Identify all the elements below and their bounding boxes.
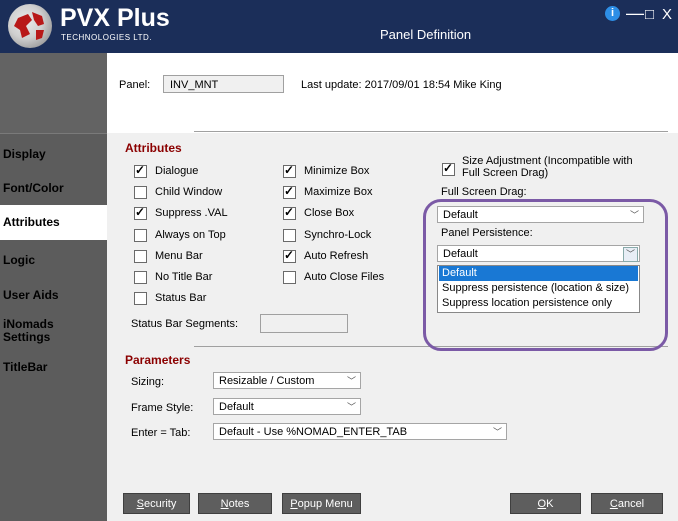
sizing-value: Resizable / Custom: [219, 375, 315, 387]
chevron-down-icon: ﹀: [346, 376, 356, 386]
sidebar-item-label: iNomads Settings: [3, 317, 54, 344]
minimize-box-label: Minimize Box: [304, 165, 370, 177]
highlight-outline: [423, 199, 668, 351]
auto-refresh-label: Auto Refresh: [304, 250, 369, 262]
enter-tab-value: Default - Use %NOMAD_ENTER_TAB: [219, 426, 408, 438]
sidebar-item-label: Attributes: [3, 215, 60, 229]
status-bar-segments-field[interactable]: [260, 314, 348, 333]
no-title-bar-checkbox[interactable]: [134, 271, 147, 284]
menu-bar-label: Menu Bar: [155, 250, 203, 262]
section-divider: [194, 131, 668, 132]
child-window-label: Child Window: [155, 186, 223, 198]
synchro-lock-checkbox[interactable]: [283, 229, 296, 242]
suppress-val-label: Suppress .VAL: [155, 207, 228, 219]
sizing-label: Sizing:: [131, 376, 165, 388]
frame-style-value: Default: [219, 401, 254, 413]
dialogue-label: Dialogue: [155, 165, 199, 177]
frame-style-select[interactable]: Default ﹀: [213, 398, 361, 415]
always-on-top-checkbox[interactable]: [134, 229, 147, 242]
brand-subtitle: TECHNOLOGIES LTD.: [61, 33, 153, 42]
maximize-icon[interactable]: □: [645, 6, 654, 24]
close-box-checkbox[interactable]: [283, 205, 296, 220]
notes-button[interactable]: Notes: [198, 493, 272, 514]
close-icon[interactable]: X: [662, 6, 672, 24]
auto-refresh-checkbox[interactable]: [283, 248, 296, 263]
ok-button[interactable]: OK: [510, 493, 581, 514]
sidebar-item-logic[interactable]: Logic: [0, 243, 107, 277]
minimize-icon[interactable]: —: [626, 4, 644, 22]
enter-tab-label: Enter = Tab:: [131, 427, 191, 439]
panel-name-field[interactable]: INV_MNT: [163, 75, 284, 93]
sidebar-item-label: User Aids: [3, 288, 59, 302]
panel-label: Panel:: [119, 79, 151, 91]
always-on-top-label: Always on Top: [155, 229, 226, 241]
sidebar-item-display[interactable]: Display: [0, 137, 107, 171]
frame-style-label: Frame Style:: [131, 402, 194, 414]
sizing-select[interactable]: Resizable / Custom ﹀: [213, 372, 361, 389]
last-update-text: Last update: 2017/09/01 18:54 Mike King: [301, 79, 502, 91]
enter-tab-select[interactable]: Default - Use %NOMAD_ENTER_TAB ﹀: [213, 423, 507, 440]
sidebar-item-label: TitleBar: [3, 360, 48, 374]
chevron-down-icon: ﹀: [346, 402, 356, 412]
maximize-box-label: Maximize Box: [304, 186, 373, 198]
auto-close-files-checkbox[interactable]: [283, 271, 296, 284]
status-bar-label: Status Bar: [155, 292, 207, 304]
sidebar-item-titlebar[interactable]: TitleBar: [0, 353, 107, 387]
sidebar-divider: [0, 133, 107, 134]
sidebar-item-user-aids[interactable]: User Aids: [0, 277, 107, 311]
sidebar-item-label: Font/Color: [3, 181, 64, 195]
no-title-bar-label: No Title Bar: [155, 271, 213, 283]
window-title: Panel Definition: [380, 27, 472, 42]
menu-bar-checkbox[interactable]: [134, 250, 147, 263]
size-adjustment-checkbox[interactable]: [442, 161, 455, 176]
status-bar-checkbox[interactable]: [134, 292, 147, 305]
sidebar-item-inomads-settings[interactable]: iNomads Settings: [0, 313, 107, 353]
suppress-val-checkbox[interactable]: [134, 205, 147, 220]
sidebar-item-label: Logic: [3, 253, 35, 267]
auto-close-files-label: Auto Close Files: [304, 271, 385, 283]
attributes-section-title: Attributes: [125, 141, 182, 155]
chevron-down-icon: ﹀: [492, 427, 502, 437]
size-adjustment-label-1: Size Adjustment (Incompatible with: [462, 155, 633, 167]
security-button[interactable]: Security: [123, 493, 190, 514]
popup-menu-button[interactable]: Popup Menu: [282, 493, 361, 514]
sidebar-item-font-color[interactable]: Font/Color: [0, 171, 107, 205]
minimize-box-checkbox[interactable]: [283, 163, 296, 178]
size-adjustment-label-2: Full Screen Drag): [462, 167, 549, 179]
info-icon[interactable]: i: [605, 6, 620, 21]
close-box-label: Close Box: [304, 207, 355, 219]
dialogue-checkbox[interactable]: [134, 163, 147, 178]
cancel-button[interactable]: Cancel: [591, 493, 663, 514]
pvx-logo-icon: [8, 4, 52, 48]
child-window-checkbox[interactable]: [134, 186, 147, 199]
sidebar-item-label: Display: [3, 147, 46, 161]
synchro-lock-label: Synchro-Lock: [304, 229, 372, 241]
parameters-section-title: Parameters: [125, 353, 191, 367]
full-screen-drag-label: Full Screen Drag:: [441, 186, 527, 198]
brand-name: PVX Plus: [60, 4, 170, 32]
sidebar-item-attributes[interactable]: Attributes: [0, 205, 108, 240]
sidebar-header: [0, 53, 107, 133]
status-bar-segments-label: Status Bar Segments:: [131, 318, 238, 330]
maximize-box-checkbox[interactable]: [283, 184, 296, 199]
